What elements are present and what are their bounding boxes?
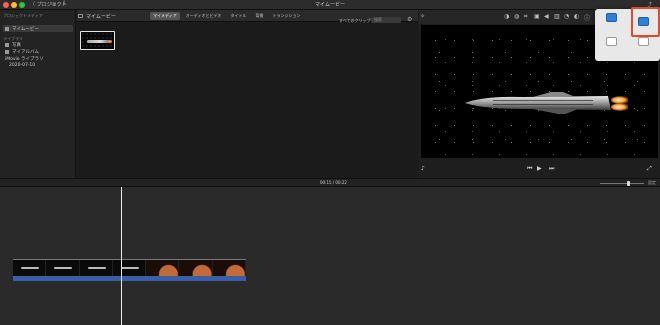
window-title: マイムービー <box>315 2 345 8</box>
pop-item-picture-in-picture[interactable] <box>603 13 619 27</box>
clip-frame <box>13 260 47 276</box>
space-shuttle-image <box>465 92 628 114</box>
color-balance-icon[interactable]: ◑ <box>504 13 509 20</box>
color-correction-icon[interactable]: ◍ <box>514 13 519 20</box>
fullscreen-icon[interactable]: ⤢ <box>647 165 652 173</box>
sidebar-item-project[interactable]: マイムービー <box>3 25 73 32</box>
tab-backgrounds[interactable]: 背景 <box>252 12 266 20</box>
clip-frame <box>146 260 180 276</box>
sidebar-item-photos[interactable]: 写真 <box>3 41 73 48</box>
film-icon <box>5 26 9 31</box>
libraries-sidebar: プロジェクトメディア マイムービー ライブラリ 写真 マイアルバム iMovie… <box>0 10 76 178</box>
album-icon <box>5 49 9 54</box>
play-icon[interactable]: ▶ <box>537 165 542 172</box>
info-icon[interactable]: ⓘ <box>584 13 590 22</box>
skip-back-icon[interactable]: ⏮ <box>527 165 532 173</box>
tab-transitions[interactable]: トランジション <box>269 12 303 20</box>
audio-track[interactable] <box>13 276 246 281</box>
photos-icon <box>5 42 9 47</box>
skip-forward-icon[interactable]: ⏭ <box>549 165 554 173</box>
clip-frame <box>179 260 213 276</box>
sidebar-header-project-media: プロジェクトメディア <box>3 13 43 18</box>
imovie-window: 〈 プロジェクト ▭ ⇩ マイムービー ⤴ プロジェクトメディア マイムービー … <box>0 0 660 325</box>
zoom-slider-handle[interactable] <box>626 181 630 186</box>
microphone-icon[interactable]: ♪ <box>421 165 425 172</box>
media-browser: マイムービー マイメディア オーディオとビデオ タイトル 背景 トランジション … <box>77 10 418 178</box>
tab-audio-video[interactable]: オーディオとビデオ <box>183 12 225 20</box>
highlight-box <box>631 7 660 37</box>
noise-reduction-icon[interactable]: ▥ <box>554 13 560 20</box>
sidebar-item-label: マイアルバム <box>12 49 39 55</box>
playback-controls: ♪ ⏮ ▶ ⏭ ⤢ <box>419 162 660 176</box>
clip-thumbnail[interactable] <box>80 31 115 50</box>
browser-tabs: マイメディア オーディオとビデオ タイトル 背景 トランジション <box>150 12 303 20</box>
timeline-header: 00:15 / 00:22 設定 <box>0 178 660 187</box>
pop-item-side-by-side[interactable] <box>603 37 619 51</box>
shuttle-image <box>87 40 109 43</box>
clip-frame <box>112 260 147 276</box>
tab-titles[interactable]: タイトル <box>227 12 249 20</box>
clip-frame <box>79 260 113 276</box>
filter-icon[interactable]: ◐ <box>574 13 579 20</box>
sidebar-item-label: マイムービー <box>12 26 39 32</box>
timeline[interactable] <box>0 187 660 325</box>
pop-item-green-screen[interactable] <box>635 37 651 51</box>
playhead[interactable] <box>121 187 122 325</box>
clip-frame <box>46 260 80 276</box>
timecode: 00:15 / 00:22 <box>320 180 347 185</box>
clip-frame <box>212 260 246 276</box>
magic-wand-icon[interactable]: ✧ <box>420 13 425 20</box>
crop-icon[interactable]: ⌗ <box>524 13 527 21</box>
tab-my-media[interactable]: マイメディア <box>150 12 180 20</box>
picture-in-picture-icon <box>605 13 617 22</box>
side-by-side-icon <box>605 37 617 46</box>
browser-title: マイムービー <box>86 14 116 20</box>
sidebar-item-label: 写真 <box>12 42 21 48</box>
sidebar-item-albums[interactable]: マイアルバム <box>3 48 73 55</box>
volume-icon[interactable]: ◀ <box>544 13 549 20</box>
timeline-settings-button[interactable]: 設定 <box>648 180 656 186</box>
gear-icon[interactable]: ⚙ <box>407 16 412 23</box>
sidebar-item-imovie-library[interactable]: iMovie ライブラリ <box>3 55 73 62</box>
search-input[interactable]: 検索 <box>371 17 401 23</box>
title-bar: 〈 プロジェクト ▭ ⇩ マイムービー ⤴ <box>0 0 660 10</box>
toggle-sidebar-icon[interactable] <box>78 14 83 18</box>
sidebar-item-label: iMovie ライブラリ <box>5 56 44 62</box>
stabilization-icon[interactable]: ▣ <box>534 13 540 20</box>
speed-icon[interactable]: ◔ <box>564 13 569 20</box>
green-screen-icon <box>637 37 649 46</box>
sidebar-item-event[interactable]: 2020-07-10 <box>3 62 73 69</box>
flame-image <box>108 40 112 43</box>
zoom-slider-track[interactable] <box>600 183 644 184</box>
sidebar-item-label: 2020-07-10 <box>9 63 36 68</box>
video-clip[interactable] <box>13 259 246 276</box>
clip-filter-select[interactable]: すべてのクリップ ≎ <box>339 18 375 24</box>
